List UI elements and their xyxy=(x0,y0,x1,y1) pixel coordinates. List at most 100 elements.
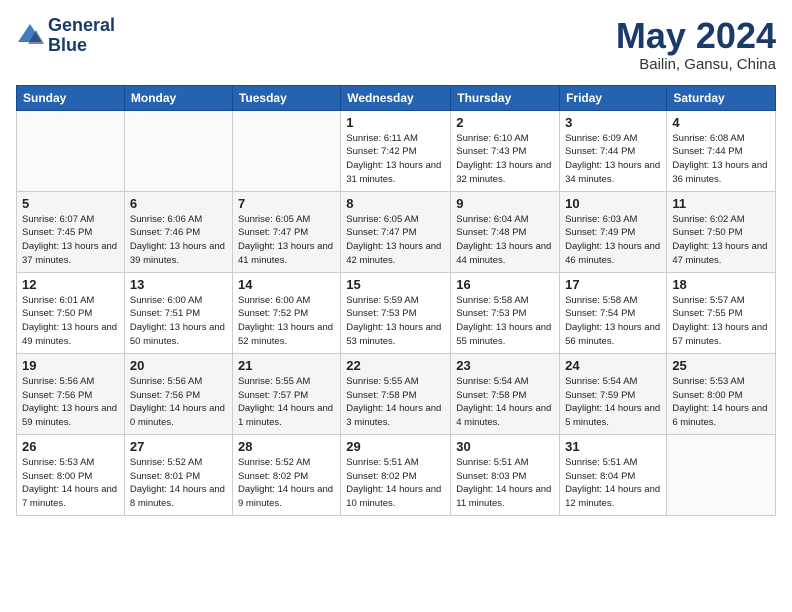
day-info: Sunrise: 6:03 AM Sunset: 7:49 PM Dayligh… xyxy=(565,213,661,268)
day-cell: 24 Sunrise: 5:54 AM Sunset: 7:59 PM Dayli… xyxy=(560,353,667,434)
day-info: Sunrise: 5:54 AM Sunset: 7:59 PM Dayligh… xyxy=(565,375,661,430)
page-header: General Blue May 2024 Bailin, Gansu, Chi… xyxy=(16,16,776,73)
day-cell: 4Sunrise: 6:08 AM Sunset: 7:44 PM Daylig… xyxy=(667,110,776,191)
day-info: Sunrise: 5:54 AM Sunset: 7:58 PM Dayligh… xyxy=(456,375,554,430)
weekday-header-sunday: Sunday xyxy=(17,85,125,110)
day-cell: 8 Sunrise: 6:05 AM Sunset: 7:47 PM Daylig… xyxy=(341,191,451,272)
calendar: SundayMondayTuesdayWednesdayThursdayFrid… xyxy=(16,85,776,516)
day-number: 11 xyxy=(672,196,770,211)
weekday-header-tuesday: Tuesday xyxy=(232,85,340,110)
day-info: Sunrise: 6:05 AM Sunset: 7:47 PM Dayligh… xyxy=(238,213,335,268)
calendar-body: 1Sunrise: 6:11 AM Sunset: 7:42 PM Daylig… xyxy=(17,110,776,515)
day-cell: 28 Sunrise: 5:52 AM Sunset: 8:02 PM Dayli… xyxy=(232,434,340,515)
day-cell: 21 Sunrise: 5:55 AM Sunset: 7:57 PM Dayli… xyxy=(232,353,340,434)
day-number: 29 xyxy=(346,439,445,454)
day-cell: 25Sunrise: 5:53 AM Sunset: 8:00 PM Dayli… xyxy=(667,353,776,434)
day-cell: 18 Sunrise: 5:57 AM Sunset: 7:55 PM Dayli… xyxy=(667,272,776,353)
day-number: 25 xyxy=(672,358,770,373)
day-info: Sunrise: 6:07 AM Sunset: 7:45 PM Dayligh… xyxy=(22,213,119,268)
day-cell: 23 Sunrise: 5:54 AM Sunset: 7:58 PM Dayli… xyxy=(451,353,560,434)
day-number: 3 xyxy=(565,115,661,130)
logo-text: General Blue xyxy=(48,16,115,56)
day-info: Sunrise: 6:05 AM Sunset: 7:47 PM Dayligh… xyxy=(346,213,445,268)
day-cell: 27 Sunrise: 5:52 AM Sunset: 8:01 PM Dayli… xyxy=(124,434,232,515)
day-cell: 13Sunrise: 6:00 AM Sunset: 7:51 PM Dayli… xyxy=(124,272,232,353)
day-info: Sunrise: 5:51 AM Sunset: 8:04 PM Dayligh… xyxy=(565,456,661,511)
day-info: Sunrise: 5:52 AM Sunset: 8:01 PM Dayligh… xyxy=(130,456,227,511)
day-cell: 9 Sunrise: 6:04 AM Sunset: 7:48 PM Daylig… xyxy=(451,191,560,272)
day-info: Sunrise: 6:01 AM Sunset: 7:50 PM Dayligh… xyxy=(22,294,119,349)
day-cell xyxy=(124,110,232,191)
day-cell: 2Sunrise: 6:10 AM Sunset: 7:43 PM Daylig… xyxy=(451,110,560,191)
week-row-1: 1Sunrise: 6:11 AM Sunset: 7:42 PM Daylig… xyxy=(17,110,776,191)
day-cell: 16Sunrise: 5:58 AM Sunset: 7:53 PM Dayli… xyxy=(451,272,560,353)
day-info: Sunrise: 5:51 AM Sunset: 8:02 PM Dayligh… xyxy=(346,456,445,511)
logo: General Blue xyxy=(16,16,115,56)
day-number: 9 xyxy=(456,196,554,211)
day-number: 7 xyxy=(238,196,335,211)
day-number: 27 xyxy=(130,439,227,454)
day-cell: 12 Sunrise: 6:01 AM Sunset: 7:50 PM Dayli… xyxy=(17,272,125,353)
day-number: 4 xyxy=(672,115,770,130)
day-number: 10 xyxy=(565,196,661,211)
month-title: May 2024 xyxy=(616,16,776,56)
day-number: 5 xyxy=(22,196,119,211)
day-info: Sunrise: 6:11 AM Sunset: 7:42 PM Dayligh… xyxy=(346,132,445,187)
day-number: 24 xyxy=(565,358,661,373)
logo-icon xyxy=(16,22,44,50)
day-cell: 5 Sunrise: 6:07 AM Sunset: 7:45 PM Daylig… xyxy=(17,191,125,272)
day-info: Sunrise: 5:58 AM Sunset: 7:54 PM Dayligh… xyxy=(565,294,661,349)
day-cell: 22 Sunrise: 5:55 AM Sunset: 7:58 PM Dayli… xyxy=(341,353,451,434)
day-cell: 11 Sunrise: 6:02 AM Sunset: 7:50 PM Dayli… xyxy=(667,191,776,272)
weekday-header-row: SundayMondayTuesdayWednesdayThursdayFrid… xyxy=(17,85,776,110)
day-number: 19 xyxy=(22,358,119,373)
day-info: Sunrise: 5:52 AM Sunset: 8:02 PM Dayligh… xyxy=(238,456,335,511)
day-info: Sunrise: 6:04 AM Sunset: 7:48 PM Dayligh… xyxy=(456,213,554,268)
day-info: Sunrise: 5:59 AM Sunset: 7:53 PM Dayligh… xyxy=(346,294,445,349)
weekday-header-monday: Monday xyxy=(124,85,232,110)
location: Bailin, Gansu, China xyxy=(616,56,776,73)
day-info: Sunrise: 6:00 AM Sunset: 7:52 PM Dayligh… xyxy=(238,294,335,349)
day-number: 26 xyxy=(22,439,119,454)
day-number: 17 xyxy=(565,277,661,292)
day-number: 14 xyxy=(238,277,335,292)
day-cell: 20 Sunrise: 5:56 AM Sunset: 7:56 PM Dayli… xyxy=(124,353,232,434)
day-info: Sunrise: 5:57 AM Sunset: 7:55 PM Dayligh… xyxy=(672,294,770,349)
title-block: May 2024 Bailin, Gansu, China xyxy=(616,16,776,73)
day-cell: 10 Sunrise: 6:03 AM Sunset: 7:49 PM Dayli… xyxy=(560,191,667,272)
day-cell: 17 Sunrise: 5:58 AM Sunset: 7:54 PM Dayli… xyxy=(560,272,667,353)
calendar-header: SundayMondayTuesdayWednesdayThursdayFrid… xyxy=(17,85,776,110)
day-cell: 7 Sunrise: 6:05 AM Sunset: 7:47 PM Daylig… xyxy=(232,191,340,272)
week-row-2: 5 Sunrise: 6:07 AM Sunset: 7:45 PM Daylig… xyxy=(17,191,776,272)
day-number: 21 xyxy=(238,358,335,373)
day-info: Sunrise: 6:02 AM Sunset: 7:50 PM Dayligh… xyxy=(672,213,770,268)
day-cell: 29 Sunrise: 5:51 AM Sunset: 8:02 PM Dayli… xyxy=(341,434,451,515)
day-number: 22 xyxy=(346,358,445,373)
weekday-header-thursday: Thursday xyxy=(451,85,560,110)
day-number: 16 xyxy=(456,277,554,292)
day-info: Sunrise: 5:56 AM Sunset: 7:56 PM Dayligh… xyxy=(22,375,119,430)
day-number: 23 xyxy=(456,358,554,373)
day-number: 28 xyxy=(238,439,335,454)
day-cell: 3Sunrise: 6:09 AM Sunset: 7:44 PM Daylig… xyxy=(560,110,667,191)
day-info: Sunrise: 5:55 AM Sunset: 7:58 PM Dayligh… xyxy=(346,375,445,430)
day-cell: 30Sunrise: 5:51 AM Sunset: 8:03 PM Dayli… xyxy=(451,434,560,515)
day-cell: 19 Sunrise: 5:56 AM Sunset: 7:56 PM Dayli… xyxy=(17,353,125,434)
day-cell: 31Sunrise: 5:51 AM Sunset: 8:04 PM Dayli… xyxy=(560,434,667,515)
day-info: Sunrise: 5:51 AM Sunset: 8:03 PM Dayligh… xyxy=(456,456,554,511)
day-cell: 26Sunrise: 5:53 AM Sunset: 8:00 PM Dayli… xyxy=(17,434,125,515)
day-number: 18 xyxy=(672,277,770,292)
weekday-header-wednesday: Wednesday xyxy=(341,85,451,110)
day-info: Sunrise: 5:56 AM Sunset: 7:56 PM Dayligh… xyxy=(130,375,227,430)
day-info: Sunrise: 5:55 AM Sunset: 7:57 PM Dayligh… xyxy=(238,375,335,430)
day-number: 13 xyxy=(130,277,227,292)
weekday-header-friday: Friday xyxy=(560,85,667,110)
week-row-4: 19 Sunrise: 5:56 AM Sunset: 7:56 PM Dayli… xyxy=(17,353,776,434)
day-number: 20 xyxy=(130,358,227,373)
day-number: 15 xyxy=(346,277,445,292)
day-cell: 6Sunrise: 6:06 AM Sunset: 7:46 PM Daylig… xyxy=(124,191,232,272)
day-number: 12 xyxy=(22,277,119,292)
day-cell: 15 Sunrise: 5:59 AM Sunset: 7:53 PM Dayli… xyxy=(341,272,451,353)
week-row-3: 12 Sunrise: 6:01 AM Sunset: 7:50 PM Dayli… xyxy=(17,272,776,353)
day-number: 8 xyxy=(346,196,445,211)
